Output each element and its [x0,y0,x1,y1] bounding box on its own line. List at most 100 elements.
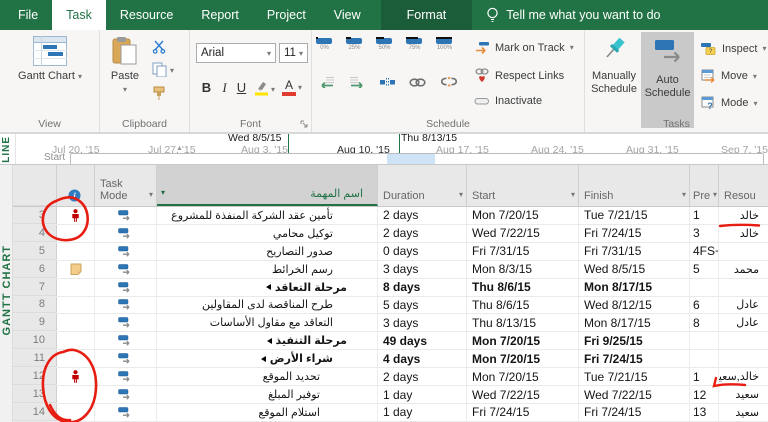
percent-complete-0pct-button[interactable]: 0% [316,38,333,51]
start-cell[interactable]: Thu 8/6/15 [467,279,579,296]
predecessors-cell[interactable]: 1 [690,207,719,224]
predecessors-cell[interactable] [690,350,719,367]
task-name-cell[interactable]: طرح المناقصة لدى المقاولين [157,297,378,314]
predecessors-cell[interactable]: 1 [690,368,719,385]
percent-complete-25pct-button[interactable]: 25% [346,38,363,51]
resources-cell[interactable]: خالد,سعيد [719,368,768,385]
duration-cell[interactable]: 4 days [378,350,467,367]
task-mode-cell[interactable] [95,386,157,403]
font-color-button[interactable]: A ▾ [282,79,296,96]
duration-cell[interactable]: 1 day [378,404,467,421]
inactivate-button[interactable]: Inactivate [474,95,542,107]
gantt-chart-button[interactable]: Gantt Chart ▾ [16,36,84,83]
task-name-cell[interactable]: توكيل محامي [157,225,378,242]
duration-cell[interactable]: 1 day [378,386,467,403]
summary-expand-marker[interactable] [266,284,271,290]
resources-cell[interactable] [719,279,768,296]
task-row-4[interactable]: 4 توكيل محامي2 daysWed 7/22/15Fri 7/24/15… [13,225,768,243]
task-mode-cell[interactable] [95,243,157,260]
finish-cell[interactable]: Fri 7/24/15 [579,404,690,421]
duration-cell[interactable]: 0 days [378,243,467,260]
row-number[interactable]: 4 [13,225,57,242]
task-mode-header[interactable]: Task Mode▾ [95,165,157,206]
task-mode-cell[interactable] [95,279,157,296]
row-number-header[interactable] [13,165,57,206]
finish-cell[interactable]: Tue 7/21/15 [579,207,690,224]
row-number[interactable]: 10 [13,332,57,349]
predecessors-header[interactable]: Pre▾ [690,165,719,206]
finish-cell[interactable]: Wed 8/5/15 [579,261,690,278]
percent-complete-100pct-button[interactable]: 100% [436,38,453,51]
finish-cell[interactable]: Fri 9/25/15 [579,332,690,349]
resources-cell[interactable]: عادل [719,297,768,314]
predecessors-cell[interactable]: 5 [690,261,719,278]
tab-task[interactable]: Task [52,0,106,30]
resources-cell[interactable] [719,332,768,349]
duration-cell[interactable]: 2 days [378,207,467,224]
task-mode-cell[interactable] [95,297,157,314]
task-name-cell[interactable]: مرحلة التعاقد [157,279,378,296]
task-row-11[interactable]: 11شراء الأرض4 daysMon 7/20/15Fri 7/24/15 [13,350,768,368]
respect-links-button[interactable]: Respect Links [474,68,564,83]
paste-button[interactable]: Paste▾ [108,36,142,96]
indicator-cell[interactable] [57,314,95,331]
duration-cell[interactable]: 49 days [378,332,467,349]
task-name-cell[interactable]: مرحلة التنفيذ [157,332,378,349]
unlink-tasks-icon[interactable] [440,76,458,88]
timeline-pane[interactable]: TIMELINE Wed 8/5/15Thu 8/13/15 Jul 20, '… [0,133,768,165]
duration-cell[interactable]: 5 days [378,297,467,314]
auto-schedule-button[interactable]: Auto Schedule [641,32,694,128]
row-number[interactable]: 13 [13,386,57,403]
resources-cell[interactable]: سعيد [719,386,768,403]
tab-project[interactable]: Project [253,0,320,30]
tab-view[interactable]: View [320,0,375,30]
task-mode-cell[interactable] [95,207,157,224]
task-row-14[interactable]: 14استلام الموقع1 dayFri 7/24/15Fri 7/24/… [13,404,768,422]
start-cell[interactable]: Thu 8/6/15 [467,297,579,314]
finish-cell[interactable]: Mon 8/17/15 [579,279,690,296]
start-cell[interactable]: Fri 7/31/15 [467,243,579,260]
predecessors-cell[interactable]: 6 [690,297,719,314]
task-row-12[interactable]: 12تحديد الموقع2 daysMon 7/20/15Tue 7/21/… [13,368,768,386]
task-name-cell[interactable]: تحديد الموقع [157,368,378,385]
resources-cell[interactable]: خالد [719,225,768,242]
start-header[interactable]: Start▾ [467,165,579,206]
start-cell[interactable]: Fri 7/24/15 [467,404,579,421]
task-name-cell[interactable]: تأمين عقد الشركة المنفذة للمشروع [157,207,378,224]
move-button[interactable]: Move ▾ [701,69,757,83]
duration-cell[interactable]: 8 days [378,279,467,296]
duration-cell[interactable]: 2 days [378,225,467,242]
task-mode-cell[interactable] [95,314,157,331]
indicator-cell[interactable] [57,332,95,349]
manually-schedule-button[interactable]: Manually Schedule [587,36,641,96]
start-cell[interactable]: Wed 7/22/15 [467,225,579,242]
indicator-cell[interactable] [57,368,95,385]
task-row-10[interactable]: 10مرحلة التنفيذ49 daysMon 7/20/15Fri 9/2… [13,332,768,350]
tell-me-box[interactable]: Tell me what you want to do [486,0,660,30]
indicator-cell[interactable] [57,243,95,260]
resources-cell[interactable]: محمد [719,261,768,278]
start-cell[interactable]: Mon 7/20/15 [467,207,579,224]
task-row-8[interactable]: 8 طرح المناقصة لدى المقاولين5 daysThu 8/6… [13,297,768,315]
task-mode-cell[interactable] [95,261,157,278]
task-row-7[interactable]: 7 مرحلة التعاقد8 daysThu 8/6/15Mon 8/17/1… [13,279,768,297]
indicators-header[interactable]: i [57,165,95,206]
bold-button[interactable]: B [198,80,215,95]
task-row-3[interactable]: 3تأمين عقد الشركة المنفذة للمشروع2 daysM… [13,207,768,225]
row-number[interactable]: 12 [13,368,57,385]
indicator-cell[interactable] [57,279,95,296]
row-number[interactable]: 7 [13,279,57,296]
outdent-task-icon[interactable] [318,76,335,88]
finish-cell[interactable]: Mon 8/17/15 [579,314,690,331]
finish-header[interactable]: Finish▾ [579,165,690,206]
row-number[interactable]: 5 [13,243,57,260]
underline-button[interactable]: U [233,80,250,95]
tab-resource[interactable]: Resource [106,0,188,30]
mark-on-track-button[interactable]: Mark on Track ▾ [474,41,574,54]
finish-cell[interactable]: Wed 8/12/15 [579,297,690,314]
task-name-header[interactable]: اسم المهمة▾ [157,165,378,206]
split-task-icon[interactable] [380,77,395,88]
mode-button[interactable]: ? Mode ▾ [701,96,758,110]
finish-cell[interactable]: Fri 7/24/15 [579,225,690,242]
row-number[interactable]: 8 [13,297,57,314]
